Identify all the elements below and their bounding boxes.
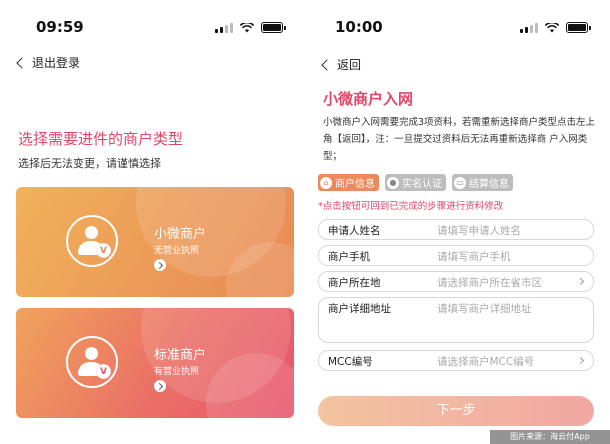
status-bar: 09:59 [0, 14, 305, 40]
logout-button[interactable]: 退出登录 [16, 54, 81, 71]
merchant-avatar-icon: V [66, 215, 118, 267]
field-placeholder: 请填写商户详细地址 [437, 303, 532, 315]
left-screen: 09:59 退出登录 选择需要进件的商户类型 选择后无法变更，请谨慎选择 V 小… [0, 0, 305, 444]
card-icon: ▭ [454, 176, 466, 189]
field-placeholder: 请选择商户所在省市区 [437, 277, 542, 289]
card-name: 标准商户 [154, 348, 207, 363]
page-title: 选择需要进件的商户类型 [18, 130, 184, 148]
step-label: 实名认证 [402, 179, 442, 190]
field-placeholder: 请选择商户MCC编号 [437, 356, 535, 368]
status-bar: 10:00 [305, 14, 610, 40]
battery-icon [566, 22, 591, 33]
image-credit: 图片来源：海云付App [490, 430, 610, 444]
field-label: 商户所在地 [328, 277, 381, 289]
page-description: 小微商户入网需要完成3项资料，若需重新选择商户类型点击左上角【返回】，注：一旦提… [323, 117, 596, 162]
card-desc: 无营业执照 [154, 246, 200, 256]
field-label: 商户详细地址 [328, 303, 391, 315]
field-label: 申请人姓名 [328, 225, 381, 237]
micro-merchant-card[interactable]: V 小微商户 无营业执照 [16, 187, 294, 297]
arrow-right-icon[interactable] [154, 380, 166, 392]
step-label: 结算信息 [469, 179, 509, 190]
page-title: 小微商户入网 [323, 90, 414, 108]
field-placeholder: 请填写商户手机 [437, 251, 511, 263]
edit-hint: *点击按钮可回到已完成的步骤进行资料修改 [318, 201, 504, 212]
mcc-code-select[interactable]: MCC编号 请选择商户MCC编号 [318, 350, 594, 371]
logout-label: 退出登录 [32, 56, 81, 70]
standard-merchant-card[interactable]: V 标准商户 有营业执照 [16, 308, 294, 418]
chevron-left-icon [321, 59, 333, 71]
back-button[interactable]: 返回 [321, 56, 362, 73]
page-subtitle: 选择后无法变更，请谨慎选择 [18, 157, 161, 170]
step-settlement[interactable]: ▭ 结算信息 [452, 174, 513, 191]
card-name: 小微商户 [154, 227, 207, 242]
home-icon: ⌂ [320, 176, 332, 189]
merchant-phone-field[interactable]: 商户手机 请填写商户手机 [318, 245, 594, 266]
applicant-name-field[interactable]: 申请人姓名 请填写申请人姓名 [318, 219, 594, 240]
field-label: 商户手机 [328, 251, 370, 263]
wifi-icon [240, 22, 254, 32]
merchant-location-select[interactable]: 商户所在地 请选择商户所在省市区 [318, 271, 594, 292]
chevron-right-icon [576, 356, 585, 365]
field-label: MCC编号 [328, 356, 373, 368]
merchant-address-textarea[interactable]: 商户详细地址 请填写商户详细地址 [318, 297, 594, 343]
id-icon: ● [387, 176, 399, 189]
status-icons [520, 22, 591, 33]
merchant-avatar-icon: V [66, 336, 118, 388]
next-step-button[interactable]: 下一步 [318, 396, 594, 426]
signal-icon [520, 22, 538, 33]
step-label: 商户信息 [335, 179, 375, 190]
step-merchant-info[interactable]: ⌂ 商户信息 [318, 174, 379, 191]
signal-icon [215, 22, 233, 33]
chevron-right-icon [576, 277, 585, 286]
back-label: 返回 [337, 58, 362, 72]
step-real-name[interactable]: ● 实名认证 [385, 174, 446, 191]
arrow-right-icon[interactable] [154, 259, 166, 271]
step-tabs: ⌂ 商户信息 ● 实名认证 ▭ 结算信息 [318, 174, 513, 191]
battery-icon [261, 22, 286, 33]
wifi-icon [545, 22, 559, 32]
field-placeholder: 请填写申请人姓名 [437, 225, 521, 237]
status-icons [215, 22, 286, 33]
status-time: 10:00 [335, 18, 383, 36]
chevron-left-icon [16, 57, 28, 69]
card-desc: 有营业执照 [154, 367, 200, 377]
status-time: 09:59 [36, 18, 84, 36]
